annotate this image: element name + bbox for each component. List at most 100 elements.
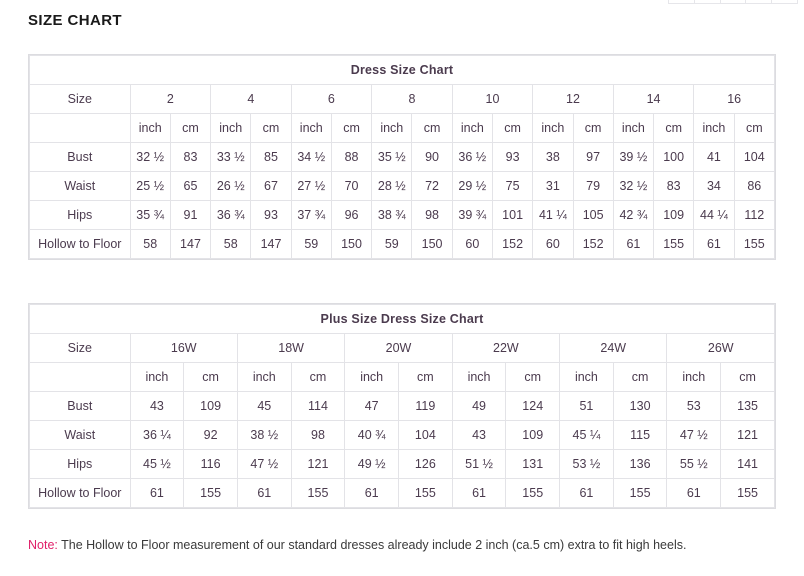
value-inch: 39 ½ (613, 143, 653, 172)
value-cm: 90 (412, 143, 452, 172)
value-cm: 119 (399, 392, 453, 421)
value-cm: 147 (251, 230, 291, 259)
value-cm: 83 (170, 143, 210, 172)
value-cm: 70 (331, 172, 371, 201)
value-cm: 104 (734, 143, 774, 172)
size-column-header: 2 (130, 85, 211, 114)
value-inch: 34 (694, 172, 734, 201)
size-column-header: 16W (130, 334, 237, 363)
measurement-label: Hollow to Floor (30, 230, 131, 259)
value-cm: 97 (573, 143, 613, 172)
value-cm: 72 (412, 172, 452, 201)
value-inch: 61 (694, 230, 734, 259)
value-cm: 155 (399, 479, 453, 508)
fragment-cell (669, 0, 695, 3)
table-row: Hollow to Floor5814758147591505915060152… (30, 230, 775, 259)
table-row: Waist36 ¼9238 ½9840 ¾1044310945 ¼11547 ½… (30, 421, 775, 450)
size-column-header: 26W (667, 334, 775, 363)
value-inch: 61 (237, 479, 291, 508)
value-cm: 93 (492, 143, 532, 172)
unit-header-cm: cm (492, 114, 532, 143)
value-cm: 115 (613, 421, 667, 450)
value-inch: 34 ½ (291, 143, 331, 172)
value-cm: 136 (613, 450, 667, 479)
measurement-label: Bust (30, 392, 131, 421)
table-row: Bust32 ½8333 ½8534 ½8835 ½9036 ½93389739… (30, 143, 775, 172)
table-row: Waist25 ½6526 ½6727 ½7028 ½7229 ½7531793… (30, 172, 775, 201)
value-cm: 155 (613, 479, 667, 508)
value-cm: 93 (251, 201, 291, 230)
unit-header-cm: cm (184, 363, 238, 392)
value-inch: 38 (533, 143, 573, 172)
value-inch: 40 ¾ (345, 421, 399, 450)
value-cm: 155 (654, 230, 694, 259)
value-cm: 92 (184, 421, 238, 450)
table-title: Plus Size Dress Size Chart (30, 305, 775, 334)
table-row: Hips45 ½11647 ½12149 ½12651 ½13153 ½1365… (30, 450, 775, 479)
value-inch: 44 ¼ (694, 201, 734, 230)
value-inch: 55 ½ (667, 450, 721, 479)
dress-chart-table: Dress Size ChartSize246810121416inchcmin… (29, 55, 775, 259)
value-inch: 39 ¾ (452, 201, 492, 230)
cut-off-table-fragment (668, 0, 798, 4)
value-inch: 45 ½ (130, 450, 184, 479)
unit-header-inch: inch (211, 114, 251, 143)
size-header-row: Size16W18W20W22W24W26W (30, 334, 775, 363)
value-inch: 45 (237, 392, 291, 421)
value-cm: 126 (399, 450, 453, 479)
value-inch: 53 ½ (560, 450, 614, 479)
value-cm: 98 (291, 421, 345, 450)
value-cm: 101 (492, 201, 532, 230)
value-inch: 47 (345, 392, 399, 421)
value-cm: 98 (412, 201, 452, 230)
table-title-row: Plus Size Dress Size Chart (30, 305, 775, 334)
value-inch: 28 ½ (372, 172, 412, 201)
value-inch: 61 (667, 479, 721, 508)
value-cm: 86 (734, 172, 774, 201)
unit-header-row: inchcminchcminchcminchcminchcminchcm (30, 363, 775, 392)
value-cm: 150 (412, 230, 452, 259)
unit-header-inch: inch (291, 114, 331, 143)
value-inch: 31 (533, 172, 573, 201)
fragment-cell (746, 0, 772, 3)
unit-header-inch: inch (533, 114, 573, 143)
table-row: Hollow to Floor6115561155611556115561155… (30, 479, 775, 508)
value-inch: 47 ½ (667, 421, 721, 450)
value-cm: 67 (251, 172, 291, 201)
size-column-header: 12 (533, 85, 614, 114)
value-inch: 41 ¼ (533, 201, 573, 230)
size-column-header: 18W (237, 334, 344, 363)
measurement-label: Hollow to Floor (30, 479, 131, 508)
value-inch: 36 ¼ (130, 421, 184, 450)
unit-header-inch: inch (694, 114, 734, 143)
value-cm: 155 (291, 479, 345, 508)
unit-header-row: inchcminchcminchcminchcminchcminchcminch… (30, 114, 775, 143)
value-inch: 61 (452, 479, 506, 508)
value-inch: 26 ½ (211, 172, 251, 201)
unit-header-cm: cm (721, 363, 775, 392)
value-inch: 35 ½ (372, 143, 412, 172)
value-cm: 85 (251, 143, 291, 172)
value-inch: 36 ½ (452, 143, 492, 172)
page-title: SIZE CHART (28, 12, 122, 29)
unit-row-spacer (30, 114, 131, 143)
size-label: Size (30, 85, 131, 114)
unit-header-inch: inch (452, 114, 492, 143)
value-inch: 49 ½ (345, 450, 399, 479)
value-cm: 114 (291, 392, 345, 421)
value-inch: 42 ¾ (613, 201, 653, 230)
size-column-header: 16 (694, 85, 775, 114)
value-cm: 75 (492, 172, 532, 201)
value-cm: 152 (492, 230, 532, 259)
size-header-row: Size246810121416 (30, 85, 775, 114)
value-inch: 61 (345, 479, 399, 508)
value-cm: 150 (331, 230, 371, 259)
unit-header-cm: cm (506, 363, 560, 392)
unit-header-inch: inch (667, 363, 721, 392)
value-inch: 38 ½ (237, 421, 291, 450)
size-column-header: 6 (291, 85, 372, 114)
unit-row-spacer (30, 363, 131, 392)
value-cm: 104 (399, 421, 453, 450)
unit-header-inch: inch (130, 363, 184, 392)
value-cm: 91 (170, 201, 210, 230)
